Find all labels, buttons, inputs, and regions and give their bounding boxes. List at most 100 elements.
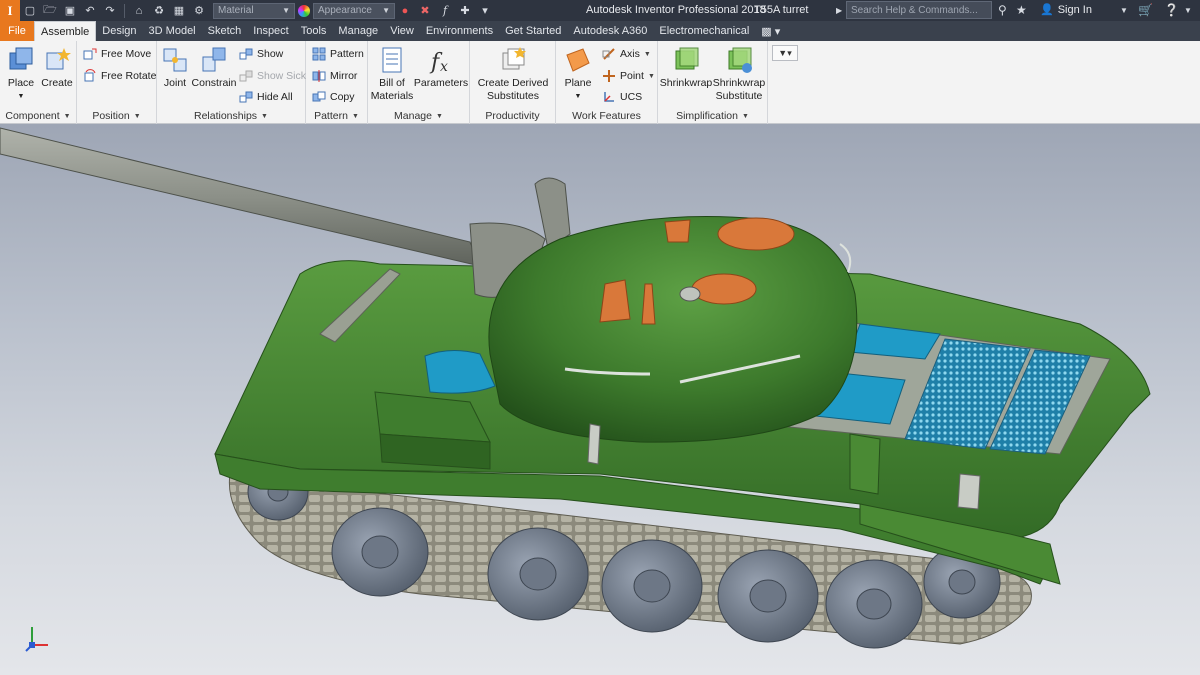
mirror-button[interactable]: Mirror (312, 67, 357, 85)
function-icon[interactable]: f (437, 3, 453, 19)
tab-autodesk-a360[interactable]: Autodesk A360 (567, 21, 653, 41)
panel-label-productivity[interactable]: Productivity (470, 108, 555, 124)
point-button[interactable]: Point ▼ (602, 67, 655, 85)
favorite-star-icon[interactable]: ★ (1016, 3, 1027, 17)
free-rotate-icon (84, 69, 96, 82)
copy-icon (312, 91, 326, 102)
axis-button[interactable]: Axis ▼ (602, 45, 651, 63)
create-button[interactable]: Create (40, 45, 74, 90)
constrain-icon (202, 47, 226, 72)
help-dropdown-icon[interactable]: ▼ (1184, 6, 1192, 15)
ucs-button[interactable]: UCS (602, 88, 642, 106)
free-move-icon (83, 48, 97, 60)
panel-label-simplification[interactable]: Simplification ▼ (658, 108, 767, 124)
shrinkwrap-substitute-button[interactable]: Shrinkwrap Substitute (712, 45, 766, 103)
tab-view[interactable]: View (384, 21, 420, 41)
panel-relationships: Joint Constrain Show Show Sick Hide All … (157, 41, 306, 124)
parameters-button[interactable]: f x Parameters (414, 45, 468, 90)
ribbon-tabs: File Assemble Design 3D Model Sketch Ins… (0, 21, 1200, 41)
panel-label-position[interactable]: Position ▼ (77, 108, 156, 124)
free-move-button[interactable]: Free Move (83, 45, 151, 63)
panel-pattern: Pattern Mirror Copy Pattern ▼ (306, 41, 368, 124)
home-icon[interactable]: ⌂ (131, 3, 147, 19)
axis-icon (602, 48, 615, 60)
constrain-button[interactable]: Constrain (192, 45, 236, 90)
ucs-icon (604, 92, 614, 102)
graphics-viewport[interactable] (0, 124, 1200, 675)
show-button[interactable]: Show (239, 45, 283, 63)
mirror-icon (312, 70, 326, 82)
help-search-input[interactable]: Search Help & Commands... (846, 1, 992, 19)
tab-file[interactable]: File (0, 21, 34, 41)
tab-electromechanical[interactable]: Electromechanical (653, 21, 755, 41)
panel-label-component[interactable]: Component ▼ (0, 108, 76, 124)
appearance-dropdown[interactable]: Appearance ▼ (313, 2, 395, 19)
plane-dropdown-icon[interactable]: ▼ (575, 90, 582, 103)
tab-design[interactable]: Design (96, 21, 142, 41)
material-dropdown[interactable]: Material ▼ (213, 2, 295, 19)
ribbon-panel: Place ▼ Create Component ▼ Free Move Free… (0, 41, 1200, 124)
create-icon (46, 48, 71, 70)
redo-icon[interactable]: ↷ (102, 3, 118, 19)
ribbon-customize-dropdown[interactable]: ▼ ▾ (772, 45, 798, 61)
ribbon-display-options-icon[interactable]: ▩ ▾ (755, 21, 786, 41)
pattern-button[interactable]: Pattern (312, 45, 364, 63)
pattern-icon (312, 47, 326, 61)
update-icon[interactable]: ♻ (151, 3, 167, 19)
svg-text:x: x (440, 59, 448, 75)
copy-button[interactable]: Copy (312, 88, 355, 106)
tab-tools[interactable]: Tools (295, 21, 333, 41)
hide-all-button[interactable]: Hide All (239, 88, 293, 106)
tab-3d-model[interactable]: 3D Model (143, 21, 202, 41)
new-file-icon[interactable]: ▢ (22, 3, 38, 19)
free-rotate-button[interactable]: Free Rotate (83, 67, 156, 85)
expand-icon[interactable]: ▶ (836, 6, 842, 15)
shrinkwrap-icon (675, 47, 699, 70)
panel-label-manage[interactable]: Manage ▼ (368, 108, 469, 124)
tab-manage[interactable]: Manage (332, 21, 384, 41)
undo-icon[interactable]: ↶ (82, 3, 98, 19)
bill-of-materials-button[interactable]: Bill of Materials (370, 45, 414, 103)
select-mode-icon[interactable]: ▦ (171, 3, 187, 19)
show-icon (239, 48, 253, 60)
tab-inspect[interactable]: Inspect (247, 21, 294, 41)
panel-label-relationships[interactable]: Relationships ▼ (157, 108, 305, 124)
panel-label-work-features[interactable]: Work Features (556, 108, 657, 124)
clear-appearance-icon[interactable]: ✖ (417, 3, 433, 19)
sign-in-button[interactable]: 👤 Sign In (1040, 3, 1092, 17)
open-folder-icon[interactable]: 🗁 (42, 3, 58, 19)
measure-icon[interactable]: ⚙ (191, 3, 207, 19)
customize-toolbar-icon[interactable]: ▾ (477, 3, 493, 19)
panel-label-pattern[interactable]: Pattern ▼ (306, 108, 367, 124)
joint-button[interactable]: Joint (159, 45, 191, 90)
signin-dropdown-icon[interactable]: ▼ (1120, 6, 1128, 15)
hide-all-icon (239, 91, 253, 103)
panel-manage: Bill of Materials f x Parameters Manage ▼ (368, 41, 470, 124)
plane-icon (566, 48, 590, 72)
help-icon[interactable]: ❔ (1164, 3, 1179, 17)
panel-simplification: Shrinkwrap Shrinkwrap Substitute Simplif… (658, 41, 768, 124)
show-sick-button[interactable]: Show Sick (239, 67, 306, 85)
save-icon[interactable]: ▣ (62, 3, 78, 19)
create-derived-substitutes-button[interactable]: Create Derived Substitutes (476, 45, 550, 103)
place-dropdown-icon[interactable]: ▼ (18, 90, 25, 103)
appearance-icon (298, 4, 310, 17)
search-icon[interactable]: ⚲ (998, 3, 1007, 17)
tab-environments[interactable]: Environments (420, 21, 499, 41)
panel-position: Free Move Free Rotate Position ▼ (77, 41, 157, 124)
turret (488, 216, 858, 443)
tab-sketch[interactable]: Sketch (202, 21, 248, 41)
shrinkwrap-button[interactable]: Shrinkwrap (660, 45, 712, 90)
joint-icon (163, 48, 187, 72)
tab-assemble[interactable]: Assemble (34, 21, 97, 41)
panel-productivity: Create Derived Substitutes Productivity (470, 41, 556, 124)
view-triad-icon (25, 627, 48, 652)
tab-get-started[interactable]: Get Started (499, 21, 567, 41)
tank-model-render[interactable] (0, 124, 1200, 675)
move-icon[interactable]: ✚ (457, 3, 473, 19)
plane-button[interactable]: Plane ▼ (560, 45, 596, 103)
store-cart-icon[interactable]: 🛒 (1138, 3, 1153, 17)
place-button[interactable]: Place ▼ (4, 45, 38, 103)
adjust-appearance-icon[interactable]: ● (397, 3, 413, 19)
inventor-logo[interactable]: I (0, 0, 20, 21)
